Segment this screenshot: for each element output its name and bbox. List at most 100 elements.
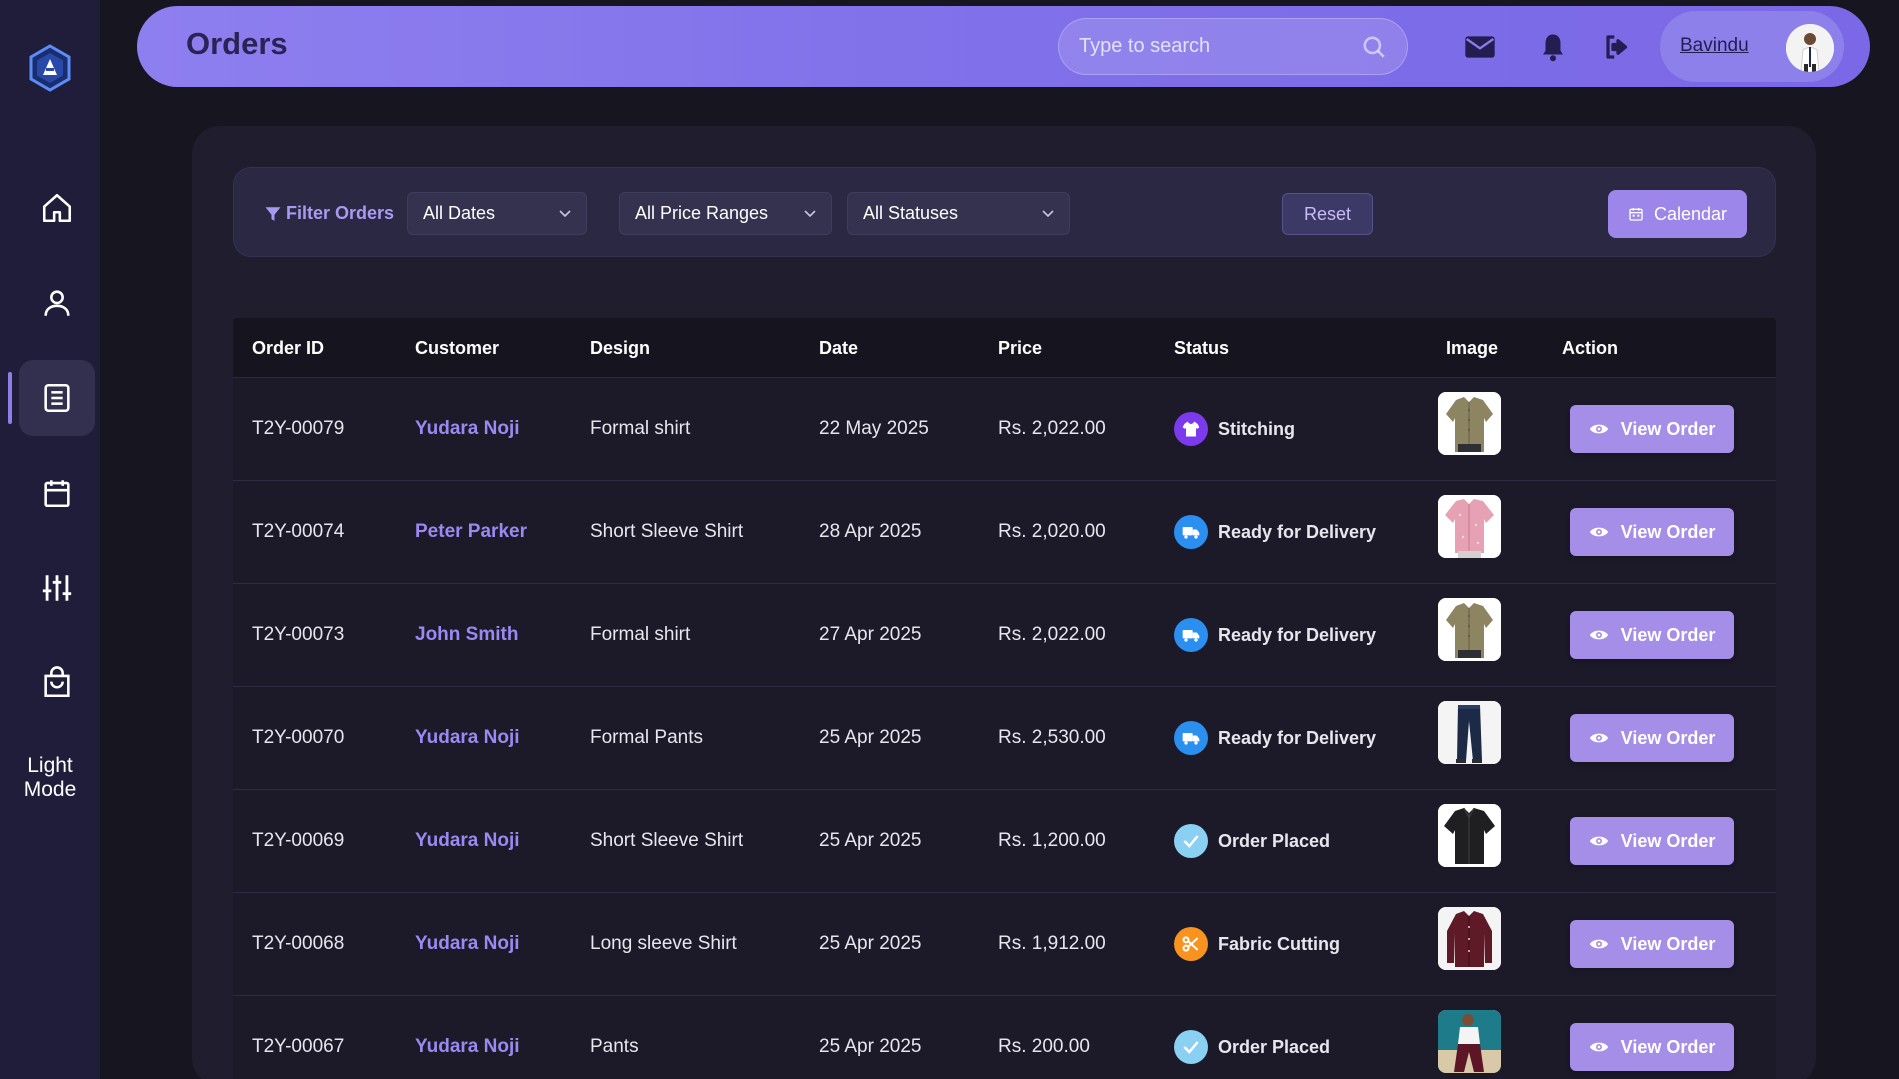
calendar-button-label: Calendar (1653, 203, 1728, 224)
status-label: Ready for Delivery (1218, 521, 1377, 542)
price-range-select[interactable]: All Price Ranges (619, 192, 832, 235)
search-box (1058, 18, 1408, 75)
view-order-button[interactable]: View Order (1570, 714, 1734, 762)
order-id: T2Y-00074 (252, 521, 345, 542)
status-label: Fabric Cutting (1218, 933, 1340, 954)
product-image[interactable] (1438, 495, 1501, 558)
customer-link[interactable]: Peter Parker (415, 521, 527, 543)
product-image[interactable] (1438, 804, 1501, 867)
view-order-button[interactable]: View Order (1570, 508, 1734, 556)
status-badge: Ready for Delivery (1174, 515, 1376, 549)
view-order-button[interactable]: View Order (1570, 817, 1734, 865)
orders-panel: Filter Orders All Dates All Price Ranges… (192, 126, 1816, 1079)
app-logo[interactable] (28, 44, 72, 92)
table-row: T2Y-00079 Yudara Noji Formal shirt 22 May 2… (233, 378, 1776, 481)
customer-link[interactable]: Yudara Noji (415, 727, 520, 749)
order-date: 25 Apr 2025 (819, 933, 922, 954)
status-badge: Ready for Delivery (1174, 721, 1376, 755)
chevron-down-icon (1042, 210, 1054, 218)
home-icon (42, 193, 72, 223)
orders-icon (44, 383, 70, 413)
search-input[interactable] (1079, 19, 1359, 74)
filter-bar: Filter Orders All Dates All Price Ranges… (233, 167, 1776, 257)
eye-icon (1589, 1042, 1608, 1052)
col-header-price: Price (998, 338, 1043, 358)
order-id: T2Y-00069 (252, 830, 345, 851)
orders-table: Order ID Customer Design Date Price Stat… (233, 318, 1776, 1079)
product-image[interactable] (1438, 907, 1501, 970)
eye-icon (1589, 939, 1608, 949)
user-name-link[interactable]: Bavindu (1680, 35, 1749, 57)
product-image[interactable] (1438, 598, 1501, 661)
col-header-order-id: Order ID (252, 338, 325, 358)
view-order-button[interactable]: View Order (1570, 1023, 1734, 1071)
status-select[interactable]: All Statuses (847, 192, 1070, 235)
dates-select[interactable]: All Dates (407, 192, 587, 235)
status-badge: Order Placed (1174, 1030, 1330, 1064)
status-badge: Fabric Cutting (1174, 927, 1340, 961)
status-badge: Order Placed (1174, 824, 1330, 858)
view-order-button[interactable]: View Order (1570, 611, 1734, 659)
customer-link[interactable]: Yudara Noji (415, 830, 520, 852)
table-header: Order ID Customer Design Date Price Stat… (233, 318, 1776, 378)
product-image[interactable] (1438, 1010, 1501, 1073)
mail-icon[interactable] (1464, 32, 1496, 62)
bell-icon[interactable] (1537, 32, 1569, 62)
order-date: 25 Apr 2025 (819, 1036, 922, 1057)
sidebar-item-shop[interactable] (19, 645, 95, 721)
sidebar-item-home[interactable] (19, 170, 95, 246)
calendar-button[interactable]: Calendar (1608, 190, 1747, 238)
view-order-label: View Order (1620, 727, 1716, 748)
view-order-label: View Order (1620, 1036, 1716, 1057)
sidebar-item-settings[interactable] (19, 550, 95, 626)
customer-link[interactable]: Yudara Noji (415, 418, 520, 440)
order-price: Rs. 2,020.00 (998, 521, 1106, 542)
shirt-icon (1174, 412, 1208, 446)
scissors-icon (1174, 927, 1208, 961)
customer-link[interactable]: John Smith (415, 624, 518, 646)
view-order-button[interactable]: View Order (1570, 920, 1734, 968)
delivery-truck-icon (1174, 515, 1208, 549)
reset-button[interactable]: Reset (1282, 193, 1373, 235)
chevron-down-icon (804, 210, 816, 218)
view-order-label: View Order (1620, 624, 1716, 645)
sidebar-item-orders[interactable] (19, 360, 95, 436)
design: Formal shirt (590, 418, 691, 439)
check-icon (1174, 824, 1208, 858)
design: Short Sleeve Shirt (590, 521, 744, 542)
search-icon[interactable] (1361, 34, 1387, 60)
customer-link[interactable]: Yudara Noji (415, 933, 520, 955)
sidebar: Light Mode (0, 0, 100, 1079)
view-order-button[interactable]: View Order (1570, 405, 1734, 453)
sidebar-item-calendar[interactable] (19, 455, 95, 531)
user-profile[interactable]: Bavindu (1660, 11, 1844, 82)
avatar[interactable] (1786, 24, 1834, 72)
design: Formal Pants (590, 727, 703, 748)
check-icon (1174, 1030, 1208, 1064)
top-header: Orders Bavindu (137, 6, 1870, 87)
order-price: Rs. 1,912.00 (998, 933, 1106, 954)
order-price: Rs. 200.00 (998, 1036, 1090, 1057)
table-row: T2Y-00067 Yudara Noji Pants 25 Apr 2025 Rs. … (233, 996, 1776, 1079)
customer-link[interactable]: Yudara Noji (415, 1036, 520, 1058)
logout-icon[interactable] (1602, 32, 1634, 62)
order-id: T2Y-00073 (252, 624, 345, 645)
view-order-label: View Order (1620, 830, 1716, 851)
design: Short Sleeve Shirt (590, 830, 744, 851)
status-label: Ready for Delivery (1218, 624, 1377, 645)
calendar-icon (1629, 208, 1643, 221)
product-image[interactable] (1438, 701, 1501, 764)
design: Long sleeve Shirt (590, 933, 737, 954)
order-price: Rs. 2,530.00 (998, 727, 1106, 748)
calendar-icon (44, 480, 70, 508)
status-label: Ready for Delivery (1218, 727, 1377, 748)
user-icon (44, 290, 70, 316)
order-id: T2Y-00067 (252, 1036, 345, 1057)
active-nav-indicator (8, 372, 12, 424)
dates-select-value: All Dates (423, 203, 496, 223)
product-image[interactable] (1438, 392, 1501, 455)
light-mode-toggle[interactable]: Light Mode (0, 754, 100, 802)
sidebar-item-profile[interactable] (19, 265, 95, 341)
table-body: T2Y-00079 Yudara Noji Formal shirt 22 May 2… (233, 378, 1776, 1079)
col-header-action: Action (1562, 338, 1618, 358)
